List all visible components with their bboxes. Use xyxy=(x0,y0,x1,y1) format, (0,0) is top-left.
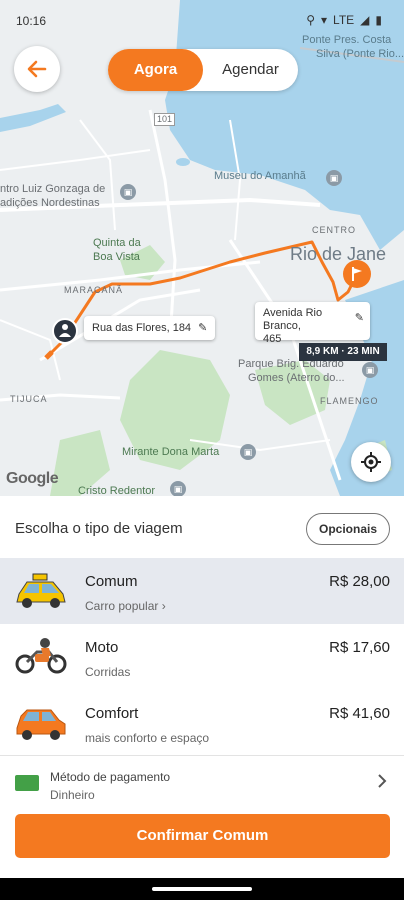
map-label-tijuca: TIJUCA xyxy=(10,394,48,404)
back-button[interactable] xyxy=(14,46,60,92)
signal-icon: ◢ xyxy=(360,13,370,27)
payment-method-label: Método de pagamento xyxy=(50,770,171,784)
cash-icon xyxy=(15,775,39,791)
status-time: 10:16 xyxy=(16,14,47,28)
ride-subtitle: mais conforto e espaço xyxy=(85,731,210,745)
chevron-right-icon xyxy=(378,774,387,788)
map-label-tradicoes: adições Nordestinas xyxy=(0,197,100,209)
my-location-button[interactable] xyxy=(351,442,391,482)
system-nav-bar xyxy=(0,878,404,900)
options-button[interactable]: Opcionais xyxy=(306,513,390,545)
destination-flag-icon xyxy=(343,260,371,288)
ride-option-comum[interactable]: Comum Carro popular › R$ 28,00 xyxy=(0,558,404,624)
ride-option-moto[interactable]: Moto Corridas R$ 17,60 xyxy=(0,624,404,690)
ride-price: R$ 28,00 xyxy=(329,573,390,590)
museum-icon: ▣ xyxy=(326,170,342,186)
map-label-flamengo: FLAMENGO xyxy=(320,396,379,406)
map-label-mirante: Mirante Dona Marta xyxy=(122,446,220,458)
comfort-car-icon xyxy=(16,709,66,740)
map-label-museu: Museu do Amanhã xyxy=(214,170,306,182)
eta-badge: 8,9 KM · 23 MIN xyxy=(299,343,387,361)
ride-selection-sheet: Escolha o tipo de viagem Opcionais Comum… xyxy=(0,496,404,900)
map-label-maracana: MARACANÃ xyxy=(64,285,124,295)
tab-agendar[interactable]: Agendar xyxy=(203,49,298,91)
home-gesture-bar[interactable] xyxy=(152,887,252,891)
arrow-left-icon xyxy=(27,60,47,78)
origin-pin-icon xyxy=(52,318,78,344)
ride-price: R$ 41,60 xyxy=(329,705,390,722)
edit-icon: ✎ xyxy=(354,312,364,324)
ride-name: Moto xyxy=(85,639,119,656)
viewpoint-icon: ▣ xyxy=(240,444,256,460)
map-label-centro: CENTRO xyxy=(312,225,356,235)
network-label: LTE xyxy=(333,13,355,27)
map-label-centro-luiz: ntro Luiz Gonzaga de xyxy=(0,183,106,195)
park-icon: ▣ xyxy=(362,362,378,378)
map-label-ponte-2: Silva (Ponte Rio... xyxy=(316,48,404,60)
destination-address-line1: Avenida Rio Branco, xyxy=(263,307,323,332)
map-label-boa-vista: Boa Vista xyxy=(93,251,140,263)
ride-price: R$ 17,60 xyxy=(329,639,390,656)
origin-address-bubble[interactable]: Rua das Flores, 184 ✎ xyxy=(84,316,216,340)
payment-method-row[interactable]: Método de pagamento Dinheiro xyxy=(0,755,404,808)
sheet-header: Escolha o tipo de viagem Opcionais xyxy=(0,496,404,558)
ride-subtitle: Carro popular › xyxy=(85,599,166,613)
sheet-title: Escolha o tipo de viagem xyxy=(15,520,183,537)
battery-icon: ▮ xyxy=(375,13,382,27)
landmark-icon: ▣ xyxy=(120,184,136,200)
map-label-cristo: Cristo Redentor xyxy=(78,485,156,496)
edit-icon: ✎ xyxy=(198,322,208,334)
destination-address-bubble[interactable]: Avenida Rio Branco, 465 ✎ xyxy=(255,302,370,345)
google-logo: Google xyxy=(6,470,59,487)
status-bar: 10:16 ⚲ ▾ LTE ◢ ▮ xyxy=(0,0,404,44)
location-icon: ⚲ xyxy=(306,13,315,27)
ride-name: Comum xyxy=(85,573,138,590)
tab-agora[interactable]: Agora xyxy=(108,49,203,91)
confirm-ride-button[interactable]: Confirmar Comum xyxy=(15,814,390,858)
map-label-quinta: Quinta da xyxy=(93,237,141,249)
payment-method-value: Dinheiro xyxy=(50,788,95,802)
cristo-icon: ▣ xyxy=(170,481,186,496)
ride-name: Comfort xyxy=(85,705,139,722)
motorcycle-icon xyxy=(15,638,67,674)
road-shield: 101 xyxy=(154,113,176,126)
ride-option-comfort[interactable]: Comfort mais conforto e espaço R$ 41,60 xyxy=(0,690,404,756)
time-mode-toggle: Agora Agendar xyxy=(108,49,298,91)
crosshair-icon xyxy=(361,452,381,472)
ride-subtitle: Corridas xyxy=(85,665,131,679)
map-label-parque-2: Gomes (Aterro do... xyxy=(248,372,345,384)
map-label-rio: Rio de Jane xyxy=(290,244,387,264)
taxi-icon xyxy=(16,573,66,608)
origin-address: Rua das Flores, 184 xyxy=(92,322,192,334)
wifi-icon: ▾ xyxy=(321,13,328,27)
